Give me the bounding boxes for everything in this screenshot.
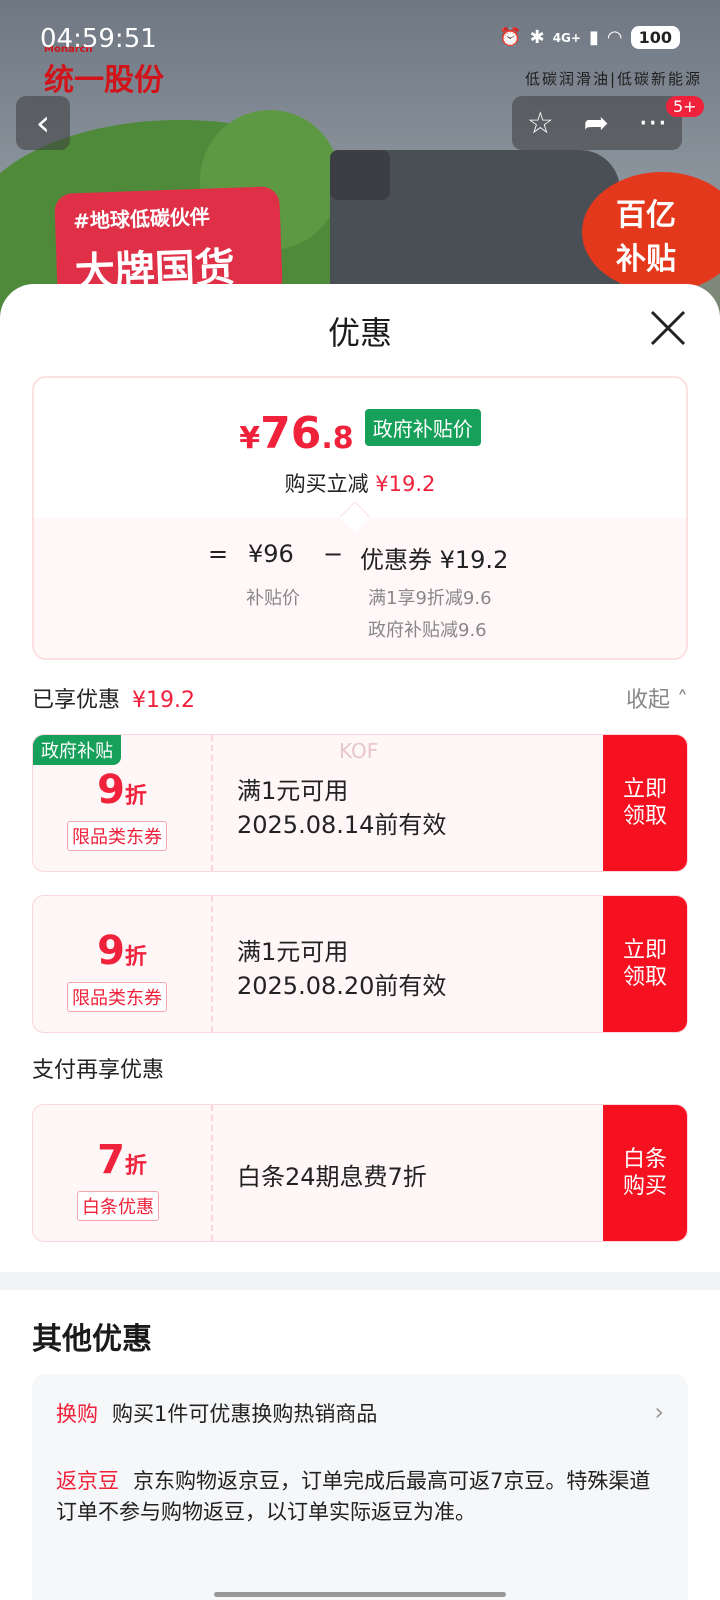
enjoyed-label: 已享优惠 [32, 688, 121, 713]
jingdou-tag: 返京豆 [56, 1469, 119, 1493]
back-button[interactable]: ‹ [16, 96, 70, 150]
formula-coupon-total: 优惠券 ¥19.2 [360, 546, 509, 574]
coupon-condition: 满1元可用 [237, 938, 349, 966]
price-integer: 76 [260, 408, 322, 459]
jingdou-row: 返京豆 京东购物返京豆，订单完成后最高可返7京豆。特殊渠道订单不参与购物返豆，以订… [56, 1466, 666, 1528]
alarm-icon: ⏰ [499, 27, 522, 48]
watermark: KOF [339, 739, 379, 763]
coupon-condition: 白条24期息费7折 [237, 1163, 427, 1191]
price-decimal: .8 [321, 421, 354, 456]
claim-coupon-button[interactable]: 立即领取 [603, 735, 687, 871]
subsidy-badge-line2: 补贴 [616, 242, 676, 277]
base-price-label: 补贴价 [246, 588, 300, 609]
share-icon[interactable]: ➦ [584, 106, 609, 141]
bluetooth-icon: ✱ [529, 27, 545, 48]
status-icons: ⏰ ✱ 4G+ ▮ ◠ 100 [499, 26, 680, 49]
other-discounts-title: 其他优惠 [32, 1322, 152, 1357]
coupon-type-tag: 白条优惠 [77, 1191, 159, 1221]
claim-coupon-button[interactable]: 立即领取 [603, 896, 687, 1032]
pay-coupon-card: 7折 白条优惠 白条24期息费7折 白条购买 [32, 1104, 688, 1242]
trade-in-tag: 换购 [56, 1402, 98, 1426]
collapse-label: 收起 [625, 688, 670, 713]
final-price-area: ¥76.8 政府补贴价 购买立减 ¥19.2 [34, 378, 686, 518]
coupon-condition: 满1元可用 [237, 777, 349, 805]
baitiao-buy-button[interactable]: 白条购买 [603, 1105, 687, 1241]
final-price: ¥76.8 政府补贴价 [34, 408, 686, 459]
other-discounts-card: 换购 购买1件可优惠换购热销商品 › 返京豆 京东购物返京豆，订单完成后最高可返7京… [32, 1374, 688, 1600]
subsidy-badge-line1: 百亿 [616, 198, 676, 233]
gov-subsidy-corner-tag: 政府补贴 [33, 735, 121, 765]
chevron-left-icon: ‹ [35, 102, 51, 144]
sheet-title: 优惠 [327, 314, 392, 352]
formula-base-price: ¥96 [248, 540, 294, 568]
banner-tag-line1: #地球低碳伙伴 [72, 204, 211, 234]
coupon-discount-unit: 折 [124, 784, 147, 809]
wifi-icon: ◠ [606, 27, 623, 48]
gov-subsidy-price-tag: 政府补贴价 [364, 409, 481, 446]
coupon-divider [211, 896, 213, 1032]
battery-icon: 100 [630, 26, 680, 49]
coupon-discount-value: 9 [97, 767, 125, 813]
message-badge: 5+ [666, 96, 704, 117]
price-formula: = ¥96 − 优惠券 ¥19.2 补贴价 满1享9折减9.6 政府补贴减9.6 [34, 518, 686, 658]
jingdou-text: 京东购物返京豆，订单完成后最高可返7京豆。特殊渠道订单不参与购物返豆，以订单实际… [56, 1469, 651, 1524]
nav-actions: ☆ ➦ ··· [512, 96, 682, 150]
coupon-type-tag: 限品类东券 [67, 821, 167, 851]
coupon-discount: 7折 [33, 1137, 211, 1183]
instant-discount-label: 购买立减 [284, 472, 369, 496]
price-currency: ¥ [239, 421, 261, 456]
coupon-divider [211, 1105, 213, 1241]
coupon-discount-unit: 折 [124, 1154, 147, 1179]
trade-in-row[interactable]: 换购 购买1件可优惠换购热销商品 [56, 1398, 377, 1428]
coupon-divider [211, 735, 213, 871]
coupon-discount-unit: 折 [124, 945, 147, 970]
price-breakdown-card: ¥76.8 政府补贴价 购买立减 ¥19.2 = ¥96 − 优惠券 ¥19.2… [32, 376, 688, 660]
coupon-card: 政府补贴 KOF 9折 限品类东券 满1元可用 2025.08.14前有效 立即… [32, 734, 688, 872]
coupon-type-tag: 限品类东券 [67, 982, 167, 1012]
coupon-discount-value: 9 [97, 928, 125, 974]
formula-equals: = [208, 540, 229, 568]
coupon-discount-value: 7 [97, 1137, 125, 1183]
coupon-detail-2: 政府补贴减9.6 [368, 620, 487, 641]
coupon-expiry: 2025.08.20前有效 [237, 972, 447, 1000]
chevron-right-icon[interactable]: › [654, 1398, 664, 1426]
coupon-discount: 9折 [33, 767, 211, 813]
discount-sheet: 优惠 ¥76.8 政府补贴价 购买立减 ¥19.2 = ¥96 − 优惠券 ¥1… [0, 284, 720, 1600]
pay-discount-section: 支付再享优惠 [32, 1052, 688, 1084]
close-icon[interactable] [646, 306, 690, 350]
signal-icon: ▮ [588, 27, 599, 48]
section-separator [0, 1272, 720, 1290]
chevron-up-icon: ˄ [677, 688, 688, 713]
instant-discount-amount: ¥19.2 [375, 472, 436, 496]
status-time: 04:59:51 [40, 24, 157, 54]
coupon-card: 9折 限品类东券 满1元可用 2025.08.20前有效 立即领取 [32, 895, 688, 1033]
enjoyed-discount-row: 已享优惠 ¥19.2 收起 ˄ [32, 682, 688, 714]
banner-oil-can-cap [330, 150, 390, 200]
home-indicator[interactable] [214, 1592, 506, 1597]
network-label: 4G+ [552, 30, 581, 45]
favorite-star-icon[interactable]: ☆ [527, 106, 554, 141]
more-icon[interactable]: ··· [639, 106, 668, 141]
status-bar: 04:59:51 ⏰ ✱ 4G+ ▮ ◠ 100 [0, 0, 720, 72]
coupon-expiry: 2025.08.14前有效 [237, 811, 447, 839]
collapse-button[interactable]: 收起 ˄ [626, 682, 688, 714]
coupon-detail-1: 满1享9折减9.6 [368, 588, 492, 609]
instant-discount: 购买立减 ¥19.2 [34, 468, 686, 498]
coupon-discount: 9折 [33, 928, 211, 974]
pay-discount-label: 支付再享优惠 [32, 1058, 165, 1083]
enjoyed-amount: ¥19.2 [132, 688, 195, 713]
formula-minus: − [323, 540, 344, 568]
trade-in-text: 购买1件可优惠换购热销商品 [112, 1402, 378, 1426]
